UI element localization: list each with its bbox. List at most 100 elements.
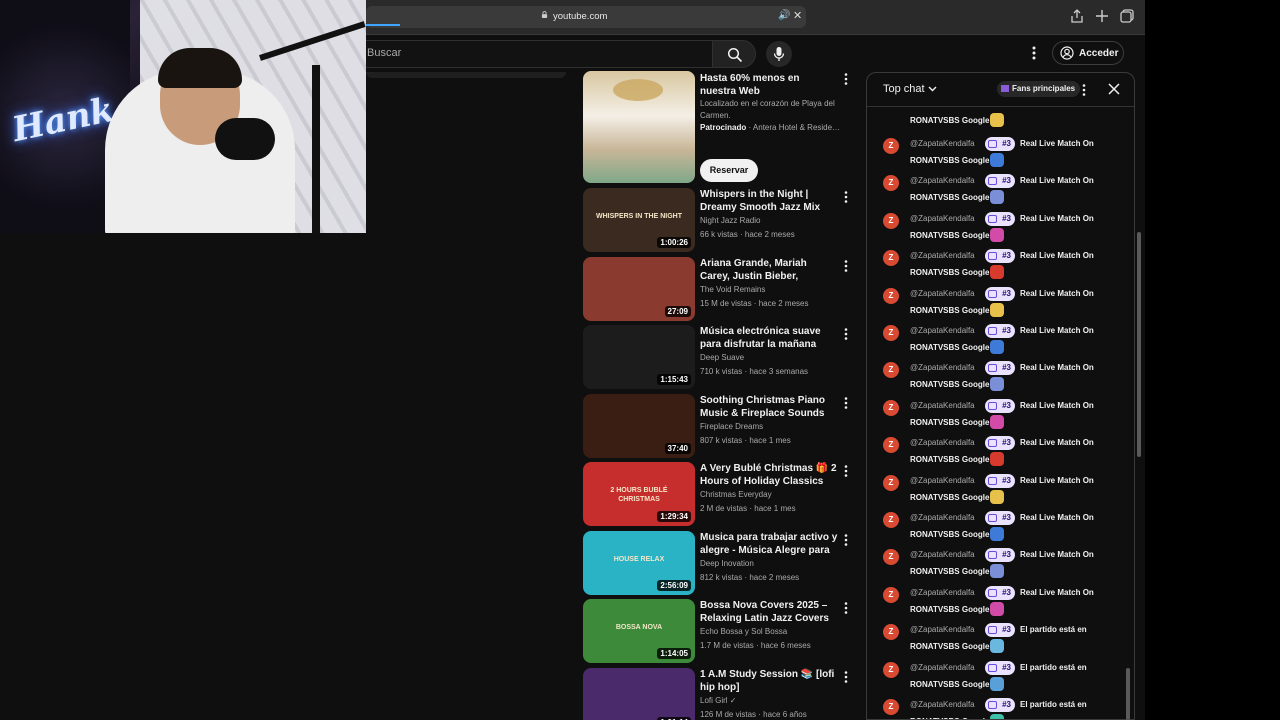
video-card[interactable]: 1:15:43 Música electrónica suave para dis… xyxy=(583,325,853,389)
video-channel[interactable]: The Void Remains xyxy=(700,285,765,294)
chat-message[interactable]: Z @ZapataKendalfa #3 Real Live Match On RONA… xyxy=(883,548,1113,585)
avatar[interactable]: Z xyxy=(883,138,899,154)
video-thumbnail[interactable]: 27:09 xyxy=(583,256,695,321)
avatar[interactable]: Z xyxy=(883,586,899,603)
search-button[interactable] xyxy=(712,40,756,68)
chat-author[interactable]: @ZapataKendalfa xyxy=(910,550,975,559)
chat-message[interactable]: Z @ZapataKendalfa #3 Real Live Match On RONA… xyxy=(883,511,1113,548)
video-title[interactable]: Ariana Grande, Mariah Carey, Justin Bieb… xyxy=(700,257,838,283)
video-channel[interactable]: Lofi Girl ✓ xyxy=(700,696,737,705)
video-thumbnail[interactable]: HOUSE RELAX 2:56:09 xyxy=(583,530,695,595)
chat-author[interactable]: @ZapataKendalfa xyxy=(910,625,975,634)
video-thumbnail[interactable]: WHISPERS IN THE NIGHT 1:00:26 xyxy=(583,188,695,252)
avatar[interactable]: Z xyxy=(883,399,899,416)
avatar[interactable]: Z xyxy=(883,699,899,715)
tab-mute-close-icon[interactable]: ✕ xyxy=(793,9,802,22)
video-thumbnail[interactable]: 1:15:43 xyxy=(583,325,695,389)
avatar[interactable]: Z xyxy=(883,437,899,454)
chat-author[interactable]: @ZapataKendalfa xyxy=(910,289,975,298)
video-title[interactable]: Musica para trabajar activo y alegre - M… xyxy=(700,531,838,557)
video-title[interactable]: Whispers in the Night | Dreamy Smooth Ja… xyxy=(700,188,838,214)
video-title[interactable]: 1 A.M Study Session 📚 [lofi hip hop] xyxy=(700,668,838,694)
reserve-button[interactable]: Reservar xyxy=(700,159,758,182)
video-more-icon[interactable] xyxy=(841,670,851,684)
page-scrollbar[interactable] xyxy=(1137,232,1141,457)
chat-author[interactable]: @ZapataKendalfa xyxy=(910,326,975,335)
voice-search-button[interactable] xyxy=(766,41,792,67)
chat-author[interactable]: @ZapataKendalfa xyxy=(910,438,975,447)
video-card[interactable]: WHISPERS IN THE NIGHT 1:00:26 Whispers in … xyxy=(583,188,853,252)
new-tab-icon[interactable] xyxy=(1094,8,1110,24)
video-more-icon[interactable] xyxy=(841,190,851,204)
video-more-icon[interactable] xyxy=(841,464,851,478)
video-more-icon[interactable] xyxy=(841,533,851,547)
video-card[interactable]: 1:01:14 1 A.M Study Session 📚 [lofi hip h… xyxy=(583,667,853,720)
settings-menu-icon[interactable] xyxy=(1025,44,1043,62)
video-more-icon[interactable] xyxy=(841,396,851,410)
chat-author[interactable]: @ZapataKendalfa xyxy=(910,663,975,672)
video-channel[interactable]: Deep Inovation xyxy=(700,559,754,568)
video-title[interactable]: A Very Bublé Christmas 🎁 2 Hours of Holi… xyxy=(700,462,838,488)
video-thumbnail[interactable]: 2 HOURS BUBLÉ CHRISTMAS 1:29:34 xyxy=(583,462,695,526)
avatar[interactable]: Z xyxy=(883,287,899,304)
chat-message[interactable]: Z @ZapataKendalfa #3 Real Live Match On RONA… xyxy=(883,473,1113,511)
video-card[interactable]: 27:09 Ariana Grande, Mariah Carey, Justin… xyxy=(583,256,853,321)
chat-message[interactable]: Z @ZapataKendalfa #3 Real Live Match On RONA… xyxy=(883,324,1113,361)
avatar[interactable]: Z xyxy=(883,175,899,192)
sound-icon[interactable]: 🔊 xyxy=(778,10,790,21)
video-more-icon[interactable] xyxy=(841,327,851,341)
chat-author[interactable]: @ZapataKendalfa xyxy=(910,251,975,260)
video-thumbnail[interactable]: 37:40 xyxy=(583,393,695,458)
chat-message[interactable]: Z @ZapataKendalfa #3 Real Live Match On RONA… xyxy=(883,249,1113,286)
share-icon[interactable] xyxy=(1069,8,1085,24)
video-thumbnail[interactable]: 1:01:14 xyxy=(583,667,695,720)
ad-more-icon[interactable] xyxy=(841,72,851,86)
chat-scrollbar[interactable] xyxy=(1126,668,1130,720)
chat-mode-dropdown[interactable]: Top chat xyxy=(883,83,937,95)
video-more-icon[interactable] xyxy=(841,601,851,615)
avatar[interactable]: Z xyxy=(883,661,899,678)
chat-author[interactable]: @ZapataKendalfa xyxy=(910,476,975,485)
ad-thumbnail[interactable] xyxy=(583,71,695,183)
chat-message[interactable]: Z@ZapataKendalfa#3El partido está enRONA… xyxy=(883,698,1113,719)
chat-author[interactable]: @ZapataKendalfa xyxy=(910,363,975,372)
chat-message[interactable]: Z @ZapataKendalfa #3 Real Live Match On RONA… xyxy=(883,436,1113,473)
chat-author[interactable]: @ZapataKendalfa xyxy=(910,588,975,597)
avatar[interactable]: Z xyxy=(883,212,899,229)
video-title[interactable]: Soothing Christmas Piano Music & Firepla… xyxy=(700,394,838,420)
top-fans-button[interactable]: Fans principales xyxy=(997,81,1081,97)
video-channel[interactable]: Christmas Everyday xyxy=(700,490,772,499)
video-card[interactable]: BOSSA NOVA 1:14:05 Bossa Nova Covers 2025 … xyxy=(583,599,853,663)
video-channel[interactable]: Deep Suave xyxy=(700,353,744,362)
close-icon[interactable] xyxy=(1107,82,1121,96)
chat-message[interactable]: Z @ZapataKendalfa #3 Real Live Match On RONA… xyxy=(883,286,1113,324)
chat-message[interactable]: Z@ZapataKendalfa#3El partido está enRONA… xyxy=(883,623,1113,660)
avatar[interactable]: Z xyxy=(883,325,899,341)
chat-message[interactable]: Z @ZapataKendalfa #3 Real Live Match On RONA… xyxy=(883,361,1113,398)
video-thumbnail[interactable]: BOSSA NOVA 1:14:05 xyxy=(583,599,695,663)
video-card[interactable]: HOUSE RELAX 2:56:09 Musica para trabajar a… xyxy=(583,530,853,595)
chat-message[interactable]: RONATVSBS Google xyxy=(883,98,1113,134)
video-channel[interactable]: Night Jazz Radio xyxy=(700,216,760,225)
video-title[interactable]: Música electrónica suave para disfrutar … xyxy=(700,325,838,351)
chat-message[interactable]: Z @ZapataKendalfa #3 Real Live Match On RONA… xyxy=(883,585,1113,623)
video-card[interactable]: 2 HOURS BUBLÉ CHRISTMAS 1:29:34 A Very Bub… xyxy=(583,462,853,526)
avatar[interactable]: Z xyxy=(883,549,899,566)
chat-message[interactable]: Z @ZapataKendalfa #3 Real Live Match On RONA… xyxy=(883,174,1113,211)
video-title[interactable]: Bossa Nova Covers 2025 – Relaxing Latin … xyxy=(700,599,838,625)
chat-author[interactable]: @ZapataKendalfa xyxy=(910,214,975,223)
chat-author[interactable]: @ZapataKendalfa xyxy=(910,513,975,522)
avatar[interactable]: Z xyxy=(883,474,899,491)
chat-author[interactable]: @ZapataKendalfa xyxy=(910,700,975,709)
chat-message[interactable]: Z@ZapataKendalfa#3El partido está enRONA… xyxy=(883,660,1113,698)
avatar[interactable]: Z xyxy=(883,250,899,267)
chat-author[interactable]: @ZapataKendalfa xyxy=(910,176,975,185)
video-more-icon[interactable] xyxy=(841,259,851,273)
ad-title[interactable]: Hasta 60% menos en nuestra Web xyxy=(700,72,834,98)
chat-message[interactable]: Z @ZapataKendalfa #3 Real Live Match On RONA… xyxy=(883,398,1113,436)
tabs-overview-icon[interactable] xyxy=(1119,8,1135,24)
sign-in-button[interactable]: Acceder xyxy=(1052,41,1124,65)
video-card[interactable]: 37:40 Soothing Christmas Piano Music & Fi… xyxy=(583,393,853,458)
chat-author[interactable]: @ZapataKendalfa xyxy=(910,401,975,410)
avatar[interactable]: Z xyxy=(883,362,899,379)
